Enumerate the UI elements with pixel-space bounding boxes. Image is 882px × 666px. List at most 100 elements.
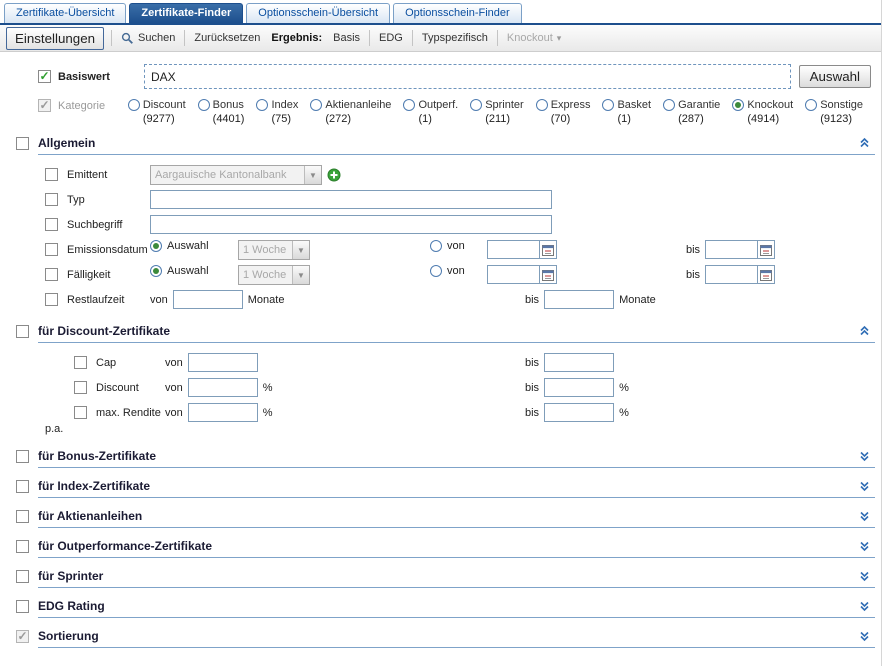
option-label: Index: [271, 99, 298, 111]
calendar-icon[interactable]: [757, 265, 775, 284]
basiswert-auswahl-button[interactable]: Auswahl: [799, 65, 871, 88]
kategorie-option-aktienanleihe: Aktienanleihe (272): [310, 99, 391, 125]
discount-checkbox[interactable]: [74, 381, 87, 394]
von-radio-label: von: [447, 265, 465, 277]
von-radio-label: von: [447, 240, 465, 252]
basiswert-dropzone[interactable]: [144, 64, 791, 89]
calendar-icon[interactable]: [539, 265, 557, 284]
tab-optionsschein-uebersicht[interactable]: Optionsschein-Übersicht: [246, 3, 390, 23]
kategorie-checkbox: [38, 99, 51, 112]
restlaufzeit-checkbox[interactable]: [45, 293, 58, 306]
tab-zertifikate-uebersicht[interactable]: Zertifikate-Übersicht: [4, 3, 126, 23]
chevron-down-icon: ▼: [292, 266, 309, 284]
toolbar-separator: [369, 30, 370, 46]
emissionsdatum-von-radio[interactable]: [430, 240, 442, 252]
cap-row: Cap von bis: [10, 351, 875, 376]
rendite-bis-input[interactable]: [544, 403, 614, 422]
kategorie-radio-sonstige[interactable]: [805, 99, 817, 111]
restlaufzeit-von-input[interactable]: [173, 290, 243, 309]
kategorie-radio-bonus[interactable]: [198, 99, 210, 111]
collapse-icon[interactable]: [858, 325, 871, 337]
collapse-icon[interactable]: [858, 137, 871, 149]
section-index-header: für Index-Zertifikate: [10, 477, 875, 498]
expand-icon[interactable]: [858, 480, 871, 492]
tab-zertifikate-finder[interactable]: Zertifikate-Finder: [129, 3, 243, 23]
search-icon: [121, 32, 134, 45]
result-edg-button[interactable]: EDG: [377, 30, 405, 46]
basiswert-input[interactable]: [147, 66, 788, 87]
tab-optionsschein-finder[interactable]: Optionsschein-Finder: [393, 3, 522, 23]
emittent-select-value: Aargauische Kantonalbank: [151, 169, 290, 181]
section-bonus-checkbox[interactable]: [16, 450, 29, 463]
section-aktienanleihen-header: für Aktienanleihen: [10, 507, 875, 528]
kategorie-radio-index[interactable]: [256, 99, 268, 111]
section-title: Allgemein: [38, 136, 95, 150]
faelligkeit-row: Fälligkeit Auswahl 1 Woche ▼ von: [10, 263, 875, 288]
cap-checkbox[interactable]: [74, 356, 87, 369]
kategorie-radio-knockout[interactable]: [732, 99, 744, 111]
option-label: Express: [551, 99, 591, 111]
reset-button[interactable]: Zurücksetzen: [192, 30, 262, 46]
typ-input[interactable]: [150, 190, 552, 209]
cap-bis-input[interactable]: [544, 353, 614, 372]
option-label: Bonus: [213, 99, 244, 111]
emissionsdatum-checkbox[interactable]: [45, 243, 58, 256]
kategorie-radio-aktienanleihe[interactable]: [310, 99, 322, 111]
kategorie-radio-outperf[interactable]: [403, 99, 415, 111]
expand-icon[interactable]: [858, 600, 871, 612]
emittent-checkbox[interactable]: [45, 168, 58, 181]
emissionsdatum-auswahl-radio[interactable]: [150, 240, 162, 252]
kategorie-radio-garantie[interactable]: [663, 99, 675, 111]
rendite-label: max. Rendite: [96, 407, 161, 419]
result-basis-button[interactable]: Basis: [331, 30, 362, 46]
emissionsdatum-bis-input[interactable]: [705, 240, 757, 259]
expand-icon[interactable]: [858, 540, 871, 552]
section-aktienanleihen-checkbox[interactable]: [16, 510, 29, 523]
section-outperformance-checkbox[interactable]: [16, 540, 29, 553]
rendite-checkbox[interactable]: [74, 406, 87, 419]
restlaufzeit-bis-input[interactable]: [544, 290, 614, 309]
calendar-icon[interactable]: [539, 240, 557, 259]
kategorie-radio-express[interactable]: [536, 99, 548, 111]
section-discount-checkbox[interactable]: [16, 325, 29, 338]
suchbegriff-checkbox[interactable]: [45, 218, 58, 231]
settings-button[interactable]: Einstellungen: [6, 27, 104, 50]
cap-von-input[interactable]: [188, 353, 258, 372]
search-button[interactable]: Suchen: [119, 30, 177, 47]
result-typspezifisch-button[interactable]: Typspezifisch: [420, 30, 490, 46]
section-sprinter-header: für Sprinter: [10, 567, 875, 588]
percent-label: %: [619, 407, 629, 419]
suchbegriff-input[interactable]: [150, 215, 552, 234]
faelligkeit-von-radio[interactable]: [430, 265, 442, 277]
section-allgemein-checkbox[interactable]: [16, 137, 29, 150]
rendite-row: max. Rendite p.a. von % bis %: [10, 401, 875, 438]
kategorie-radio-discount[interactable]: [128, 99, 140, 111]
discount-bis-input[interactable]: [544, 378, 614, 397]
kategorie-row: Kategorie Discount (9277) Bonus (4401) I…: [38, 99, 875, 125]
discount-von-input[interactable]: [188, 378, 258, 397]
emissionsdatum-label: Emissionsdatum: [67, 244, 148, 256]
rendite-von-input[interactable]: [188, 403, 258, 422]
kategorie-radio-sprinter[interactable]: [470, 99, 482, 111]
faelligkeit-checkbox[interactable]: [45, 268, 58, 281]
section-index-checkbox[interactable]: [16, 480, 29, 493]
expand-icon[interactable]: [858, 630, 871, 642]
add-icon[interactable]: [327, 168, 341, 182]
expand-icon[interactable]: [858, 450, 871, 462]
monate-label: Monate: [248, 294, 285, 306]
faelligkeit-label: Fälligkeit: [67, 269, 110, 281]
faelligkeit-auswahl-radio[interactable]: [150, 265, 162, 277]
section-sprinter-checkbox[interactable]: [16, 570, 29, 583]
basiswert-checkbox[interactable]: [38, 70, 51, 83]
faelligkeit-bis-input[interactable]: [705, 265, 757, 284]
typ-checkbox[interactable]: [45, 193, 58, 206]
expand-icon[interactable]: [858, 510, 871, 522]
calendar-icon[interactable]: [757, 240, 775, 259]
emissionsdatum-von-input[interactable]: [487, 240, 539, 259]
expand-icon[interactable]: [858, 570, 871, 582]
kategorie-radio-basket[interactable]: [602, 99, 614, 111]
section-edg-rating-checkbox[interactable]: [16, 600, 29, 613]
kategorie-option-discount: Discount (9277): [128, 99, 186, 125]
faelligkeit-von-input[interactable]: [487, 265, 539, 284]
option-count: (9123): [820, 111, 863, 125]
